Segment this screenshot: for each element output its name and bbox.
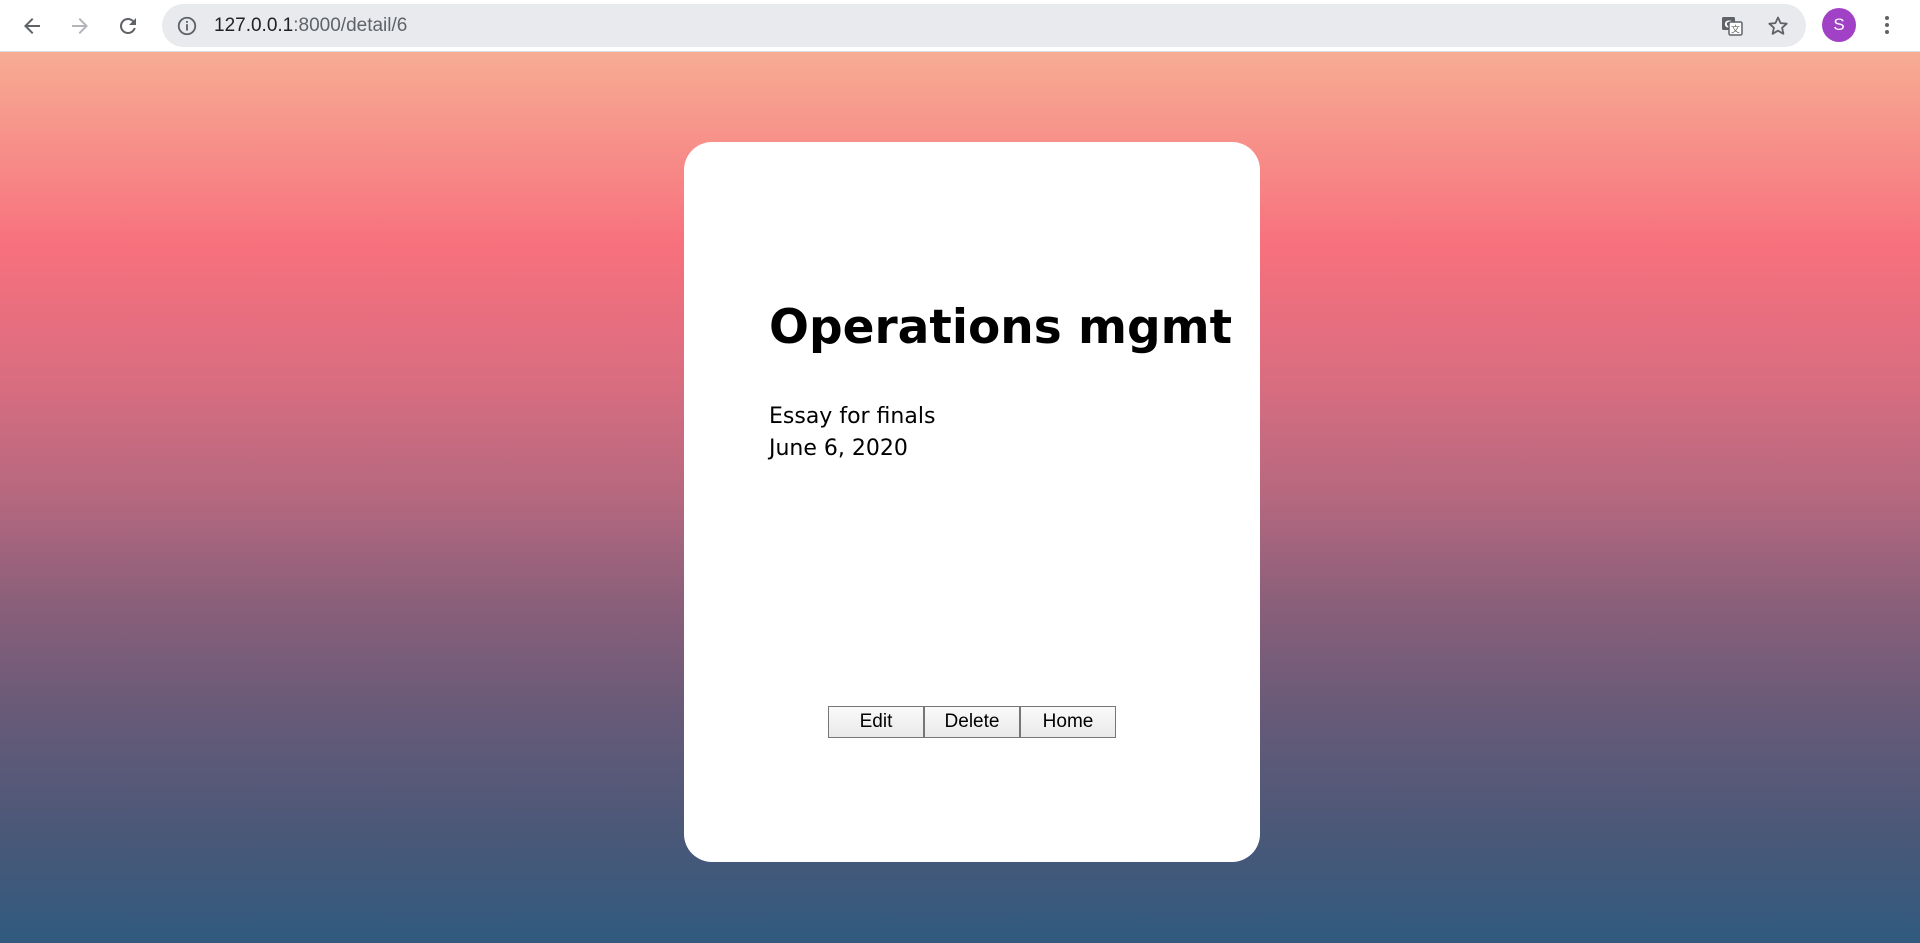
svg-text:文: 文 bbox=[1731, 24, 1740, 36]
profile-avatar[interactable]: S bbox=[1822, 8, 1856, 42]
address-bar[interactable]: 127.0.0.1:8000/detail/6 G 文 bbox=[162, 4, 1806, 47]
action-buttons: Edit Delete Home bbox=[828, 706, 1116, 738]
reload-icon bbox=[119, 17, 136, 34]
page-title: Operations mgmt bbox=[769, 300, 1233, 355]
edit-button[interactable]: Edit bbox=[828, 706, 924, 738]
browser-toolbar: 127.0.0.1:8000/detail/6 G 文 S bbox=[0, 0, 1920, 52]
delete-button[interactable]: Delete bbox=[924, 706, 1020, 738]
back-button[interactable] bbox=[12, 6, 52, 46]
browser-menu-button[interactable] bbox=[1870, 8, 1904, 42]
page-background: Operations mgmt Essay for finals June 6,… bbox=[0, 52, 1920, 943]
star-icon[interactable] bbox=[1766, 14, 1790, 38]
info-icon[interactable] bbox=[176, 15, 198, 37]
forward-button[interactable] bbox=[60, 6, 100, 46]
url-path: :8000/detail/6 bbox=[293, 15, 408, 36]
forward-arrow-icon bbox=[72, 18, 88, 34]
item-date: June 6, 2020 bbox=[769, 436, 908, 461]
home-button[interactable]: Home bbox=[1020, 706, 1116, 738]
translate-icon[interactable]: G 文 bbox=[1720, 14, 1744, 38]
url-host: 127.0.0.1 bbox=[214, 15, 294, 36]
url-text[interactable]: 127.0.0.1:8000/detail/6 bbox=[214, 4, 407, 47]
detail-card: Operations mgmt Essay for finals June 6,… bbox=[684, 142, 1260, 862]
more-vert-icon bbox=[1885, 16, 1889, 34]
back-arrow-icon bbox=[24, 18, 40, 34]
item-description: Essay for finals bbox=[769, 404, 936, 429]
reload-button[interactable] bbox=[108, 6, 148, 46]
